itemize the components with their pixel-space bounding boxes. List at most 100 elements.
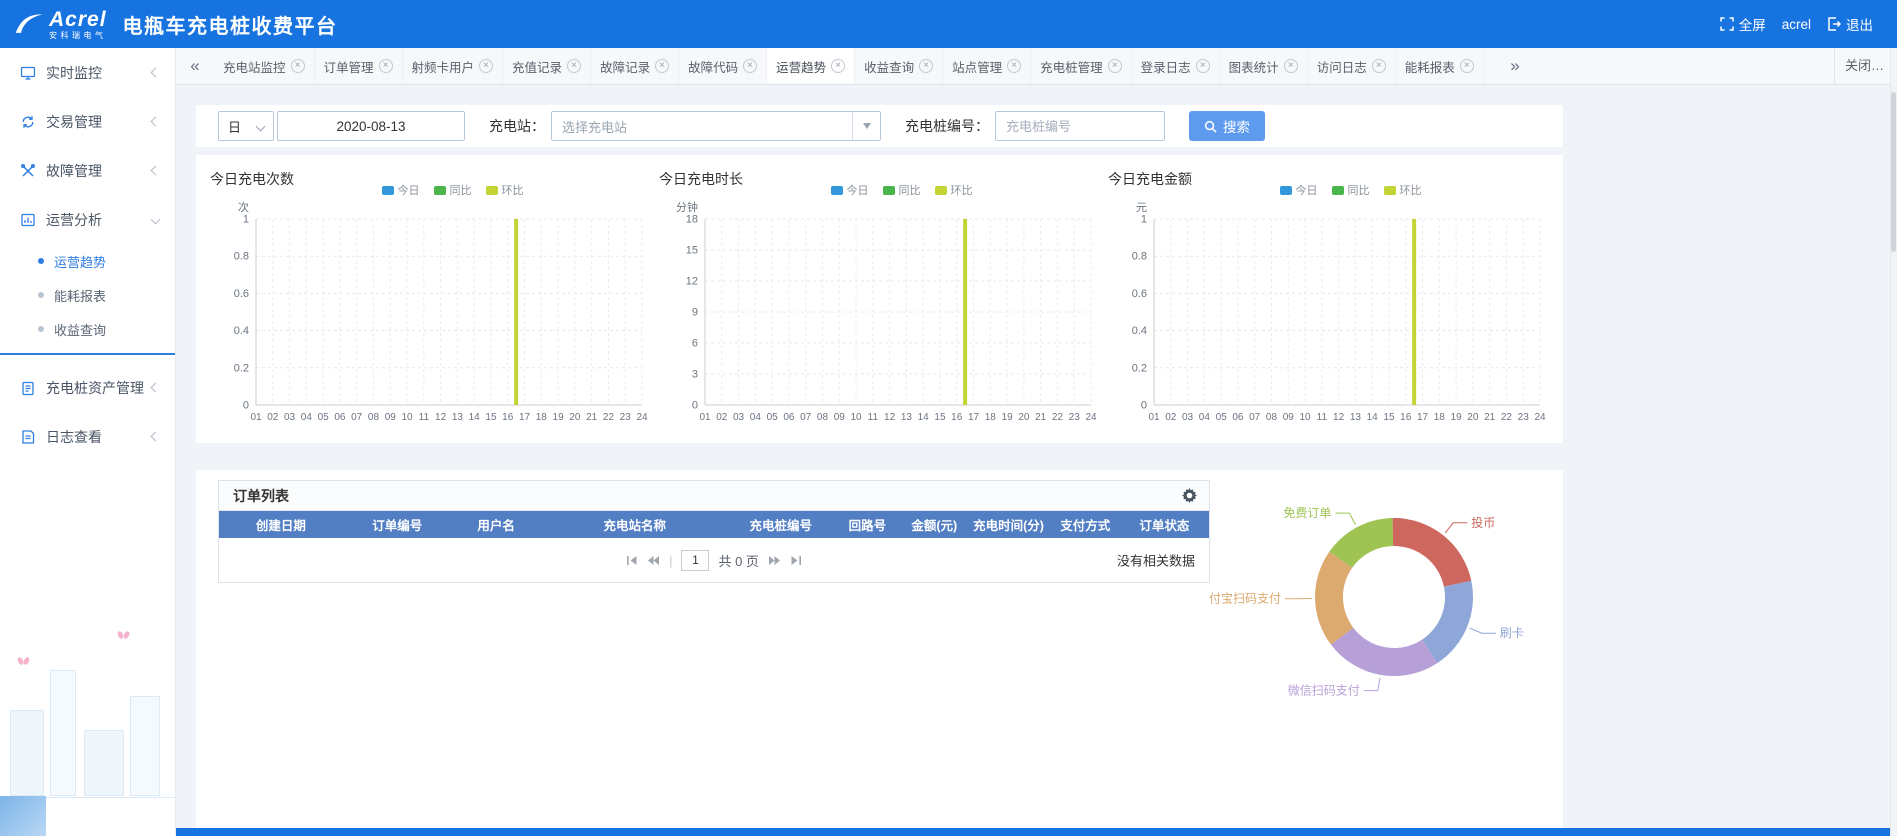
legend-item-同比[interactable]: 同比 — [883, 182, 921, 198]
butterfly-icon — [18, 657, 29, 666]
legend-item-同比[interactable]: 同比 — [1332, 182, 1370, 198]
sidebar-subitem-energy-report[interactable]: 能耗报表 — [0, 278, 175, 312]
svg-text:0.8: 0.8 — [1132, 251, 1147, 263]
svg-text:14: 14 — [918, 412, 930, 423]
tab-close-icon[interactable]: × — [919, 59, 933, 73]
svg-text:17: 17 — [519, 412, 531, 423]
tab-充电桩管理[interactable]: 充电桩管理× — [1031, 48, 1132, 84]
search-button[interactable]: 搜索 — [1189, 111, 1265, 141]
sidebar-item-log-view[interactable]: 日志查看 — [0, 412, 175, 461]
tab-close-icon[interactable]: × — [1460, 59, 1474, 73]
close-operations-menu[interactable]: 关闭操作 — [1834, 48, 1890, 84]
legend-item-今日[interactable]: 今日 — [1280, 182, 1318, 198]
tab-站点管理[interactable]: 站点管理× — [943, 48, 1031, 84]
tab-故障记录[interactable]: 故障记录× — [591, 48, 679, 84]
svg-text:18: 18 — [686, 214, 698, 226]
tab-close-icon[interactable]: × — [1284, 59, 1298, 73]
tab-订单管理[interactable]: 订单管理× — [315, 48, 403, 84]
legend-item-今日[interactable]: 今日 — [831, 182, 869, 198]
search-label: 搜索 — [1223, 116, 1250, 136]
tab-故障代码[interactable]: 故障代码 × — [679, 48, 767, 84]
pile-number-input[interactable] — [995, 111, 1165, 141]
legend-item-今日[interactable]: 今日 — [382, 182, 420, 198]
legend-item-同比[interactable]: 同比 — [434, 182, 472, 198]
tab-close-icon[interactable]: × — [1007, 59, 1021, 73]
sidebar-item-transaction[interactable]: 交易管理 — [0, 97, 175, 146]
tab-close-icon[interactable]: × — [479, 59, 493, 73]
tab-close-icon[interactable]: × — [291, 59, 305, 73]
butterfly-icon — [118, 631, 129, 640]
first-page-button[interactable] — [625, 555, 638, 566]
vertical-scrollbar-thumb[interactable] — [1891, 92, 1896, 252]
sidebar-subitem-operation-trend[interactable]: 运营趋势 — [0, 244, 175, 278]
tab-close-icon[interactable]: × — [655, 59, 669, 73]
legend-item-环比[interactable]: 环比 — [935, 182, 973, 198]
svg-text:20: 20 — [569, 412, 581, 423]
tab-登录日志[interactable]: 登录日志× — [1132, 48, 1220, 84]
tabs-scroll-left-button[interactable]: « — [176, 48, 214, 84]
bullet-icon — [38, 258, 44, 264]
svg-text:16: 16 — [1400, 412, 1412, 423]
svg-text:6: 6 — [692, 338, 698, 350]
tab-close-icon[interactable]: × — [1196, 59, 1210, 73]
header-actions: 全屏 acrel 退出 — [1720, 14, 1873, 34]
legend-item-环比[interactable]: 环比 — [1384, 182, 1422, 198]
last-page-button[interactable] — [790, 555, 803, 566]
sidebar-item-fault[interactable]: 故障管理 — [0, 146, 175, 195]
tab-close-icon[interactable]: × — [1108, 59, 1122, 73]
sidebar-item-realtime-monitor[interactable]: 实时监控 — [0, 48, 175, 97]
tab-label: 图表统计 — [1229, 57, 1279, 76]
svg-text:1: 1 — [243, 214, 249, 226]
tab-充值记录[interactable]: 充值记录× — [503, 48, 591, 84]
svg-text:08: 08 — [817, 412, 829, 423]
tab-close-icon[interactable]: × — [1372, 59, 1386, 73]
acrel-logo: Acrel 安科瑞电气 — [14, 9, 107, 40]
fullscreen-button[interactable]: 全屏 — [1720, 14, 1766, 34]
sidebar-subitem-revenue-query[interactable]: 收益查询 — [0, 312, 175, 346]
svg-text:刷卡: 刷卡 — [1500, 626, 1524, 640]
tab-充电站监控[interactable]: 充电站监控× — [214, 48, 315, 84]
vertical-scrollbar-track[interactable] — [1890, 48, 1897, 836]
bar-chart: 00.20.40.60.8101020304050607080910111213… — [210, 199, 659, 446]
monitor-icon — [20, 65, 36, 81]
column-header: 充电桩编号 — [729, 515, 833, 534]
svg-text:微信扫码支付: 微信扫码支付 — [1288, 684, 1360, 698]
date-input[interactable] — [277, 111, 465, 141]
page-input[interactable] — [681, 550, 709, 571]
svg-text:13: 13 — [452, 412, 464, 423]
next-page-button[interactable] — [768, 555, 781, 566]
tab-访问日志[interactable]: 访问日志× — [1308, 48, 1396, 84]
tab-能耗报表[interactable]: 能耗报表× — [1396, 48, 1484, 84]
prev-page-button[interactable] — [647, 555, 660, 566]
tab-运营趋势[interactable]: 运营趋势× — [767, 48, 855, 84]
tab-图表统计[interactable]: 图表统计 × — [1220, 48, 1308, 84]
orders-title: 订单列表 — [233, 486, 289, 506]
filter-bar: 日 充电站： 选择充电站 充电桩编号： 搜索 — [196, 105, 1563, 147]
tabs-scroll-right-button[interactable]: » — [1496, 48, 1534, 84]
tab-close-icon[interactable]: × — [379, 59, 393, 73]
tab-close-icon[interactable]: × — [567, 59, 581, 73]
sidebar-decoration — [0, 596, 176, 836]
tab-close-icon[interactable]: × — [831, 59, 845, 73]
tab-收益查询[interactable]: 收益查询× — [855, 48, 943, 84]
username[interactable]: acrel — [1782, 17, 1811, 32]
sidebar-item-pile-assets[interactable]: 充电桩资产管理 — [0, 363, 175, 412]
logout-button[interactable]: 退出 — [1827, 14, 1873, 34]
svg-text:0.2: 0.2 — [234, 362, 249, 374]
svg-text:17: 17 — [1417, 412, 1429, 423]
svg-text:免费订单: 免费订单 — [1283, 505, 1331, 520]
svg-text:3: 3 — [692, 369, 698, 381]
sidebar-subitem-label: 收益查询 — [54, 320, 106, 339]
tab-射频卡用户[interactable]: 射频卡用户× — [403, 48, 504, 84]
tab-close-icon[interactable]: × — [743, 59, 757, 73]
svg-text:0.8: 0.8 — [234, 251, 249, 263]
period-select[interactable]: 日 — [218, 111, 274, 141]
legend-item-环比[interactable]: 环比 — [486, 182, 524, 198]
settings-icon[interactable] — [1182, 488, 1197, 503]
station-select[interactable]: 选择充电站 — [551, 111, 881, 141]
tab-label: 故障代码 — [688, 57, 738, 76]
sidebar-item-operation-analysis[interactable]: 运营分析 — [0, 195, 175, 244]
svg-text:15: 15 — [686, 245, 698, 257]
tab-bar: « 充电站监控×订单管理×射频卡用户×充值记录×故障记录×故障代码×运营趋势×收… — [176, 48, 1890, 85]
horizontal-scrollbar[interactable] — [176, 828, 1890, 836]
